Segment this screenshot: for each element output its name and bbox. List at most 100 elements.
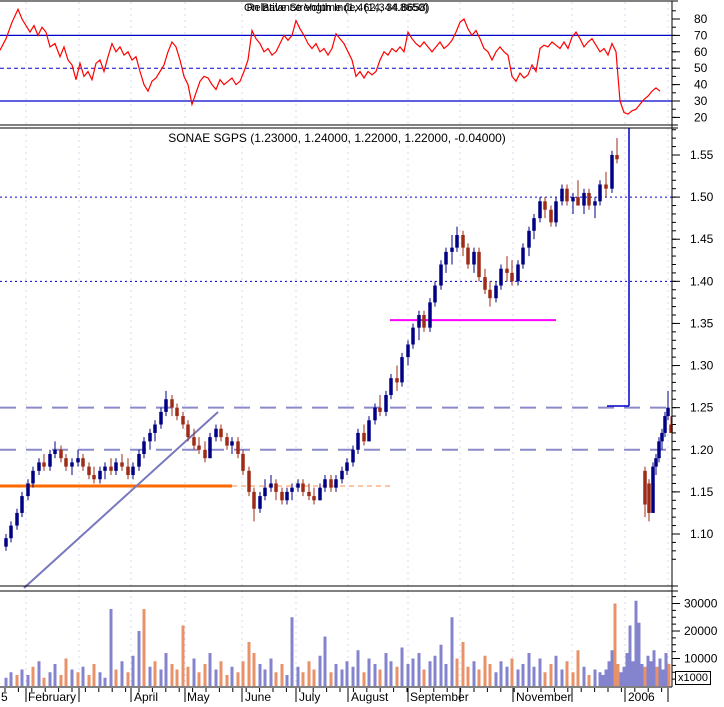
- candle-up: [340, 470, 344, 480]
- candle-up: [666, 407, 670, 417]
- candle-down: [307, 491, 311, 497]
- volume-bar-down: [236, 672, 240, 686]
- candle-down: [42, 462, 46, 467]
- candle-up: [663, 416, 667, 433]
- volume-bar-up: [208, 653, 212, 686]
- candle-down: [59, 449, 63, 459]
- candle-down: [422, 315, 426, 328]
- volume-bar-down: [613, 603, 617, 686]
- candle-up: [269, 483, 273, 488]
- volume-bar-up: [81, 666, 85, 686]
- candle-up: [323, 479, 327, 488]
- axis-label: 30000: [684, 597, 718, 611]
- candle-up: [560, 188, 564, 202]
- candle-down: [170, 399, 174, 408]
- volume-bar-up: [428, 661, 432, 686]
- volume-bar-up: [131, 655, 135, 686]
- month-label: April: [134, 690, 158, 704]
- candle-up: [334, 479, 338, 488]
- volume-bar-down: [153, 661, 157, 686]
- candle-down: [197, 445, 201, 450]
- axis-label: 60: [694, 45, 708, 59]
- month-label: September: [410, 690, 469, 704]
- volume-bar-up: [159, 669, 163, 686]
- volume-bar-down: [225, 675, 229, 686]
- candle-up: [258, 496, 262, 509]
- volume-bar-down: [510, 658, 514, 686]
- volume-bar-up: [389, 661, 393, 686]
- volume-bar-down: [241, 661, 245, 686]
- candle-down: [252, 491, 256, 509]
- volume-bar-up: [296, 666, 300, 686]
- volume-bar-down: [252, 653, 256, 686]
- volume-bar-down: [587, 675, 591, 686]
- candle-down: [604, 184, 608, 189]
- volume-bar-down: [64, 658, 68, 686]
- candle-down: [64, 458, 68, 467]
- candle-down: [378, 407, 382, 412]
- candle-up: [98, 470, 102, 480]
- volume-bar-up: [285, 675, 289, 686]
- volume-bar-up: [258, 664, 262, 686]
- volume-bar-down: [488, 664, 492, 686]
- axis-label: 80: [694, 12, 708, 26]
- candle-up: [411, 327, 415, 345]
- candle-up: [153, 424, 157, 433]
- candle-down: [477, 251, 481, 278]
- volume-bar-down: [571, 672, 575, 686]
- candle-up: [516, 264, 520, 282]
- axis-label: 1.10: [690, 527, 714, 541]
- volume-bar-up: [290, 617, 294, 686]
- volume-bar-down: [301, 672, 305, 686]
- axis-label: 1.45: [690, 232, 714, 246]
- volume-bar-down: [483, 655, 487, 686]
- volume-bar-up: [53, 664, 57, 686]
- volume-bar-down: [197, 672, 201, 686]
- volume-bar-up: [9, 672, 13, 686]
- axis-label: 1.55: [690, 148, 714, 162]
- volume-bar-down: [142, 609, 146, 686]
- volume-bar-up: [560, 669, 564, 686]
- candle-up: [400, 357, 404, 383]
- volume-bar-up: [334, 664, 338, 686]
- volume-bar-up: [640, 664, 644, 686]
- volume-bar-down: [274, 672, 278, 686]
- volume-bar-up: [103, 677, 107, 686]
- volume-bar-up: [263, 669, 267, 686]
- volume-bar-down: [329, 672, 333, 686]
- candle-up: [582, 192, 586, 206]
- volume-bar-up: [340, 669, 344, 686]
- volume-bar-down: [15, 675, 19, 686]
- candle-down: [329, 479, 333, 488]
- candle-down: [87, 466, 91, 476]
- volume-bar-down: [565, 661, 569, 686]
- candle-up: [159, 411, 163, 425]
- volume-bar-down: [126, 672, 130, 686]
- candle-up: [70, 462, 74, 467]
- candle-up: [20, 496, 24, 513]
- candle-up: [318, 487, 322, 501]
- candle-down: [241, 453, 245, 471]
- month-label: 5: [1, 690, 8, 704]
- candle-up: [406, 344, 410, 358]
- candle-down: [203, 449, 207, 459]
- month-label: May: [187, 690, 210, 704]
- axis-label: 70: [694, 28, 708, 42]
- volume-bar-down: [76, 672, 80, 686]
- candle-up: [654, 458, 658, 467]
- volume-bar-down: [280, 664, 284, 686]
- volume-bar-up: [439, 644, 443, 686]
- axis-label: 50: [694, 61, 708, 75]
- volume-bar-up: [652, 650, 656, 686]
- volume-bar-up: [619, 672, 623, 686]
- candle-up: [428, 302, 432, 328]
- candle-up: [208, 437, 212, 459]
- volume-bar-up: [450, 617, 454, 686]
- volume-bar-up: [400, 647, 404, 686]
- volume-bar-down: [203, 664, 207, 686]
- candle-up: [9, 525, 13, 539]
- candle-down: [576, 197, 580, 206]
- candle-down: [192, 437, 196, 446]
- volume-bar-down: [114, 669, 118, 686]
- month-label: November: [516, 690, 571, 704]
